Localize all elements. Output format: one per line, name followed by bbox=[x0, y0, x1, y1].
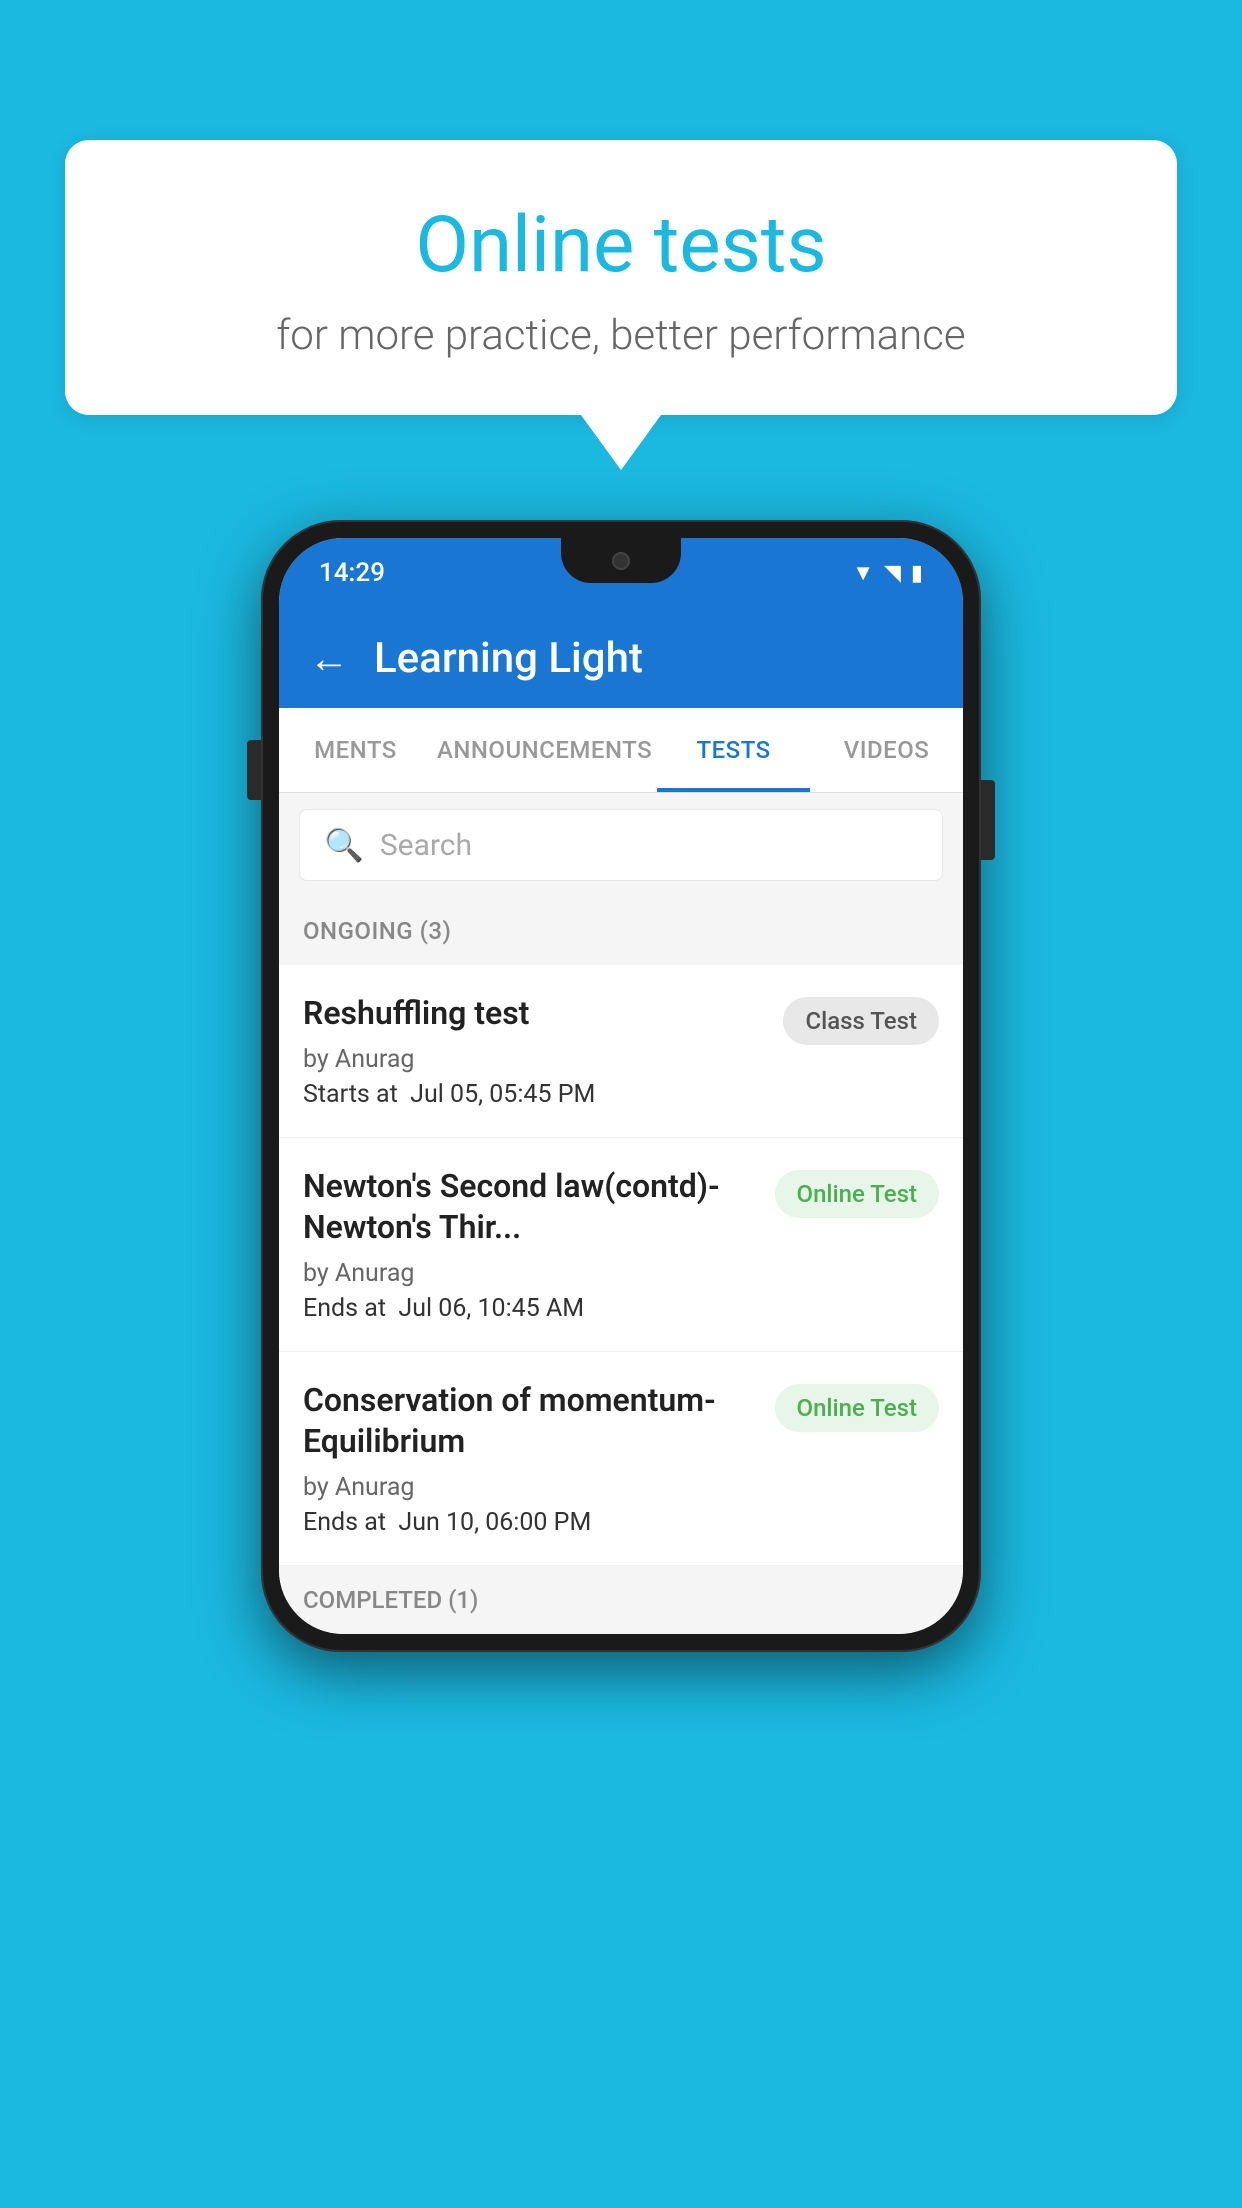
tab-videos[interactable]: VIDEOS bbox=[810, 708, 963, 792]
speech-bubble-tail bbox=[581, 415, 661, 470]
search-bar[interactable]: 🔍 Search bbox=[299, 809, 943, 881]
test-badge-3: Online Test bbox=[775, 1384, 939, 1432]
test-badge-1: Class Test bbox=[783, 997, 939, 1045]
speech-bubble: Online tests for more practice, better p… bbox=[65, 140, 1177, 415]
test-by-1: by Anurag bbox=[303, 1045, 767, 1074]
tabs-bar: MENTS ANNOUNCEMENTS TESTS VIDEOS bbox=[279, 708, 963, 793]
speech-bubble-title: Online tests bbox=[115, 200, 1127, 291]
app-title: Learning Light bbox=[374, 634, 643, 683]
test-date-2: Ends at Jul 06, 10:45 AM bbox=[303, 1294, 759, 1323]
ongoing-header-text: ONGOING (3) bbox=[303, 917, 451, 945]
phone-screen: 14:29 ▼ ◥ ▮ ← Learning Light MENTS bbox=[279, 538, 963, 1634]
app-bar: ← Learning Light bbox=[279, 608, 963, 708]
completed-section-header: COMPLETED (1) bbox=[279, 1566, 963, 1634]
status-icons: ▼ ◥ ▮ bbox=[852, 560, 923, 586]
phone-outer: 14:29 ▼ ◥ ▮ ← Learning Light MENTS bbox=[261, 520, 981, 1652]
status-bar: 14:29 ▼ ◥ ▮ bbox=[279, 538, 963, 608]
test-date-1: Starts at Jul 05, 05:45 PM bbox=[303, 1080, 767, 1109]
test-date-3: Ends at Jun 10, 06:00 PM bbox=[303, 1508, 759, 1537]
battery-icon: ▮ bbox=[911, 561, 923, 586]
notch bbox=[561, 538, 681, 583]
wifi-icon: ▼ bbox=[852, 560, 874, 586]
test-by-3: by Anurag bbox=[303, 1473, 759, 1502]
search-input[interactable]: Search bbox=[380, 828, 472, 863]
test-name-1: Reshuffling test bbox=[303, 993, 767, 1035]
back-button[interactable]: ← bbox=[309, 635, 349, 682]
search-icon: 🔍 bbox=[324, 826, 364, 864]
tab-tests[interactable]: TESTS bbox=[657, 708, 810, 792]
test-item-3[interactable]: Conservation of momentum-Equilibrium by … bbox=[279, 1352, 963, 1566]
test-item-2[interactable]: Newton's Second law(contd)-Newton's Thir… bbox=[279, 1138, 963, 1352]
test-by-2: by Anurag bbox=[303, 1259, 759, 1288]
tab-announcements[interactable]: ANNOUNCEMENTS bbox=[432, 708, 657, 792]
speech-bubble-subtitle: for more practice, better performance bbox=[115, 311, 1127, 360]
completed-header-text: COMPLETED (1) bbox=[303, 1586, 478, 1614]
phone-mockup: 14:29 ▼ ◥ ▮ ← Learning Light MENTS bbox=[261, 520, 981, 1652]
ongoing-section-header: ONGOING (3) bbox=[279, 897, 963, 965]
camera-dot bbox=[612, 552, 630, 570]
test-name-3: Conservation of momentum-Equilibrium bbox=[303, 1380, 759, 1463]
test-badge-2: Online Test bbox=[775, 1170, 939, 1218]
search-bar-wrapper: 🔍 Search bbox=[279, 793, 963, 897]
test-name-2: Newton's Second law(contd)-Newton's Thir… bbox=[303, 1166, 759, 1249]
test-info-2: Newton's Second law(contd)-Newton's Thir… bbox=[303, 1166, 759, 1323]
speech-bubble-container: Online tests for more practice, better p… bbox=[65, 140, 1177, 470]
test-info-1: Reshuffling test by Anurag Starts at Jul… bbox=[303, 993, 767, 1109]
test-list: Reshuffling test by Anurag Starts at Jul… bbox=[279, 965, 963, 1566]
test-item-1[interactable]: Reshuffling test by Anurag Starts at Jul… bbox=[279, 965, 963, 1138]
signal-icon: ◥ bbox=[884, 561, 901, 586]
test-info-3: Conservation of momentum-Equilibrium by … bbox=[303, 1380, 759, 1537]
status-time: 14:29 bbox=[319, 558, 385, 588]
tab-assignments[interactable]: MENTS bbox=[279, 708, 432, 792]
